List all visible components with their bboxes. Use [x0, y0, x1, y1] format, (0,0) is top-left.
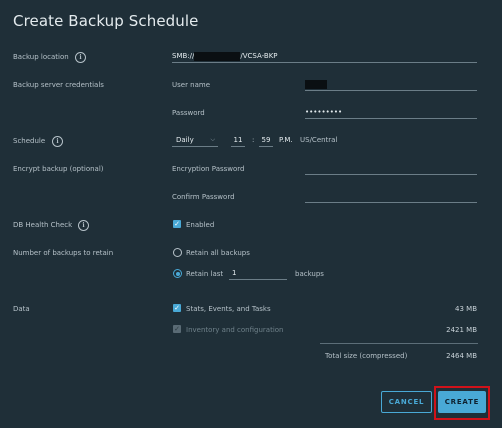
schedule-frequency-select[interactable]: Daily ⌵	[172, 134, 218, 147]
inventory-configuration-checkbox: ✓	[173, 325, 181, 333]
redacted-username	[305, 79, 327, 89]
total-size-value: 2464 MB	[446, 352, 477, 360]
backup-location-label: Backup location	[13, 53, 69, 61]
encryption-password-input[interactable]	[305, 162, 477, 175]
create-backup-schedule-dialog: Create Backup Schedule Backup location i…	[0, 0, 502, 428]
ampm-toggle[interactable]: P.M.	[279, 136, 293, 144]
cancel-button[interactable]: CANCEL	[381, 391, 432, 413]
schedule-frequency-value: Daily	[176, 136, 194, 144]
encryption-password-label: Encryption Password	[172, 165, 245, 173]
username-input[interactable]	[305, 78, 477, 91]
backup-location-prefix: SMB://	[172, 52, 195, 60]
time-separator: :	[252, 136, 255, 144]
db-health-enabled-label: Enabled	[186, 221, 215, 229]
backup-location-suffix: /VCSA-BKP	[240, 52, 278, 60]
stats-events-tasks-checkbox[interactable]: ✓	[173, 304, 181, 312]
retain-last-value: 1	[232, 269, 237, 277]
backup-location-info-icon[interactable]: i	[75, 52, 86, 63]
retain-all-label: Retain all backups	[186, 249, 250, 257]
inventory-configuration-size: 2421 MB	[446, 326, 477, 334]
db-health-info-icon[interactable]: i	[78, 220, 89, 231]
confirm-password-input[interactable]	[305, 190, 477, 203]
data-total-divider	[320, 343, 478, 344]
dialog-title: Create Backup Schedule	[13, 12, 199, 30]
redacted-host	[194, 51, 241, 61]
retain-last-input[interactable]: 1	[229, 267, 287, 280]
db-health-check-label: DB Health Check	[13, 221, 73, 229]
timezone-label: US/Central	[300, 136, 338, 144]
create-button-highlight	[434, 386, 490, 420]
password-input[interactable]: •••••••••	[305, 106, 477, 119]
retain-last-radio[interactable]	[173, 269, 182, 278]
db-health-checkbox[interactable]: ✓	[173, 220, 181, 228]
backups-suffix-label: backups	[295, 270, 324, 278]
chevron-down-icon: ⌵	[210, 136, 215, 143]
stats-events-tasks-label: Stats, Events, and Tasks	[186, 305, 271, 313]
backup-server-credentials-label: Backup server credentials	[13, 81, 104, 89]
retain-all-radio[interactable]	[173, 248, 182, 257]
encrypt-backup-label: Encrypt backup (optional)	[13, 165, 104, 173]
schedule-info-icon[interactable]: i	[52, 136, 63, 147]
retain-last-label: Retain last	[186, 270, 224, 278]
username-label: User name	[172, 81, 211, 89]
schedule-label: Schedule	[13, 137, 46, 145]
data-label: Data	[13, 305, 30, 313]
inventory-configuration-label: Inventory and configuration	[186, 326, 284, 334]
number-of-backups-label: Number of backups to retain	[13, 249, 114, 257]
schedule-minute-input[interactable]: 59	[259, 134, 273, 147]
schedule-hour-input[interactable]: 11	[231, 134, 245, 147]
total-size-label: Total size (compressed)	[325, 352, 408, 360]
password-label: Password	[172, 109, 205, 117]
confirm-password-label: Confirm Password	[172, 193, 235, 201]
stats-events-tasks-size: 43 MB	[455, 305, 477, 313]
backup-location-input[interactable]: SMB:// /VCSA-BKP	[172, 50, 477, 63]
